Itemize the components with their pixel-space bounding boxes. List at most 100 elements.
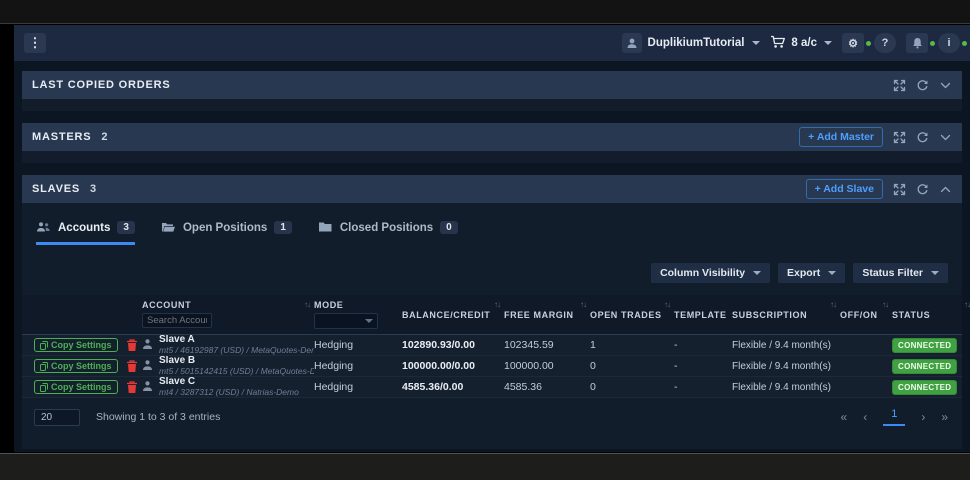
sort-icon[interactable]: ↑↓ xyxy=(580,300,586,309)
panel-body xyxy=(22,99,962,111)
column-visibility-button[interactable]: Column Visibility xyxy=(651,263,770,283)
account-name: Slave B xyxy=(159,356,314,366)
column-balance[interactable]: BALANCE/CREDIT ↑↓ xyxy=(402,300,504,329)
chevron-down-icon[interactable] xyxy=(939,131,952,144)
app-window: ⋮ DuplikiumTutorial 8 a/c ⚙ ? xyxy=(14,25,970,452)
window-top-bar xyxy=(0,0,970,24)
panel-title: MASTERS xyxy=(32,131,91,143)
prev-page-button[interactable]: ‹ xyxy=(863,410,867,424)
open-folder-icon xyxy=(161,221,176,234)
column-template[interactable]: TEMPLATE xyxy=(674,300,732,329)
sort-icon[interactable]: ↑↓ xyxy=(882,300,888,309)
help-icon[interactable]: ? xyxy=(874,33,896,53)
sort-icon[interactable]: ↑↓ xyxy=(964,300,970,309)
balance-cell: 4585.36/0.00 xyxy=(402,381,504,393)
slaves-count: 3 xyxy=(90,183,96,195)
export-button[interactable]: Export xyxy=(778,263,845,283)
sort-icon[interactable]: ↑↓ xyxy=(830,300,836,309)
delete-trash-icon[interactable] xyxy=(126,339,138,352)
copy-icon xyxy=(40,383,48,392)
users-icon xyxy=(36,221,51,234)
free-margin-cell: 100000.00 xyxy=(504,360,590,372)
mode-cell: Hedging xyxy=(314,339,402,351)
status-badge: CONNECTED xyxy=(892,380,957,395)
first-page-button[interactable]: « xyxy=(841,410,848,424)
status-badge: CONNECTED xyxy=(892,359,957,374)
table-toolbar: Column Visibility Export Status Filter xyxy=(22,245,962,283)
table-row: Copy Settings Slave A mt5 / 46192987 (US… xyxy=(22,335,962,356)
add-master-button[interactable]: + Add Master xyxy=(799,127,883,147)
tab-open-positions[interactable]: Open Positions 1 xyxy=(161,221,292,245)
tab-label: Accounts xyxy=(58,222,110,234)
column-mode[interactable]: MODE xyxy=(314,300,402,329)
table-header-row: ACCOUNT ↑↓ MODE BALANCE/CREDIT ↑↓ FREE M… xyxy=(22,295,962,335)
open-trades-cell: 0 xyxy=(590,381,674,393)
chevron-down-icon xyxy=(931,271,939,275)
tab-label: Closed Positions xyxy=(340,222,433,234)
chevron-down-icon[interactable] xyxy=(939,79,952,92)
column-free-margin[interactable]: FREE MARGIN ↑↓ xyxy=(504,300,590,329)
settings-gear-icon[interactable]: ⚙ xyxy=(842,33,864,53)
page-size-select[interactable]: 20 xyxy=(34,409,80,426)
expand-icon[interactable] xyxy=(893,131,906,144)
mode-cell: Hedging xyxy=(314,360,402,372)
masters-panel: MASTERS 2 + Add Master xyxy=(22,123,962,163)
refresh-icon[interactable] xyxy=(916,131,929,144)
expand-icon[interactable] xyxy=(893,183,906,196)
tab-accounts[interactable]: Accounts 3 xyxy=(36,221,135,245)
tab-count-badge: 0 xyxy=(440,221,458,234)
sort-icon[interactable]: ↑↓ xyxy=(494,300,500,309)
chevron-down-icon xyxy=(828,271,836,275)
delete-trash-icon[interactable] xyxy=(126,360,138,373)
mode-cell: Hedging xyxy=(314,381,402,393)
add-slave-button[interactable]: + Add Slave xyxy=(806,179,883,199)
copy-settings-button[interactable]: Copy Settings xyxy=(34,380,118,394)
masters-count: 2 xyxy=(101,131,107,143)
page-number-button[interactable]: 1 xyxy=(883,408,905,426)
folder-icon xyxy=(318,221,333,234)
expand-icon[interactable] xyxy=(893,79,906,92)
chevron-down-icon xyxy=(824,41,832,45)
copy-icon xyxy=(40,341,48,350)
sort-icon[interactable]: ↑↓ xyxy=(304,300,310,309)
copy-icon xyxy=(40,362,48,371)
slaves-panel: SLAVES 3 + Add Slave Accounts 3 xyxy=(22,175,962,449)
status-filter-button[interactable]: Status Filter xyxy=(853,263,948,283)
account-details: mt5 / 46192987 (USD) / MetaQuotes-Demo xyxy=(159,346,314,355)
tab-label: Open Positions xyxy=(183,222,267,234)
column-subscription[interactable]: SUBSCRIPTION ↑↓ xyxy=(732,300,840,329)
refresh-icon[interactable] xyxy=(916,183,929,196)
mode-filter-select[interactable] xyxy=(314,313,378,329)
column-account[interactable]: ACCOUNT ↑↓ xyxy=(142,300,314,329)
delete-trash-icon[interactable] xyxy=(126,381,138,394)
account-details: mt4 / 3287312 (USD) / Natrias-Demo xyxy=(159,388,299,397)
chevron-up-icon[interactable] xyxy=(939,183,952,196)
refresh-icon[interactable] xyxy=(916,79,929,92)
column-status[interactable]: STATUS ↑↓ xyxy=(892,300,970,329)
user-menu[interactable]: DuplikiumTutorial xyxy=(622,33,761,53)
last-page-button[interactable]: » xyxy=(941,410,948,424)
tab-closed-positions[interactable]: Closed Positions 0 xyxy=(318,221,458,245)
account-search-input[interactable] xyxy=(142,313,212,328)
table-row: Copy Settings Slave B mt5 / 5015142415 (… xyxy=(22,356,962,377)
kebab-menu-icon[interactable]: ⋮ xyxy=(24,33,46,53)
bell-icon[interactable] xyxy=(906,33,928,53)
column-open-trades[interactable]: OPEN TRADES ↑↓ xyxy=(590,300,674,329)
sort-icon[interactable]: ↑↓ xyxy=(664,300,670,309)
last-copied-orders-header: LAST COPIED ORDERS xyxy=(22,71,962,99)
status-dot xyxy=(930,41,935,46)
open-trades-cell: 1 xyxy=(590,339,674,351)
copy-settings-button[interactable]: Copy Settings xyxy=(34,359,118,373)
tab-count-badge: 3 xyxy=(117,221,135,234)
next-page-button[interactable]: › xyxy=(921,410,925,424)
cart-icon xyxy=(770,35,786,52)
account-person-icon xyxy=(142,359,153,374)
panel-body xyxy=(22,151,962,163)
masters-header: MASTERS 2 + Add Master xyxy=(22,123,962,151)
cart-menu[interactable]: 8 a/c xyxy=(770,35,832,52)
copy-settings-button[interactable]: Copy Settings xyxy=(34,338,118,352)
column-offon[interactable]: OFF/ON ↑↓ xyxy=(840,300,892,329)
account-name: Slave C xyxy=(159,377,299,387)
info-icon[interactable]: i xyxy=(938,33,960,53)
template-cell: - xyxy=(674,381,732,393)
